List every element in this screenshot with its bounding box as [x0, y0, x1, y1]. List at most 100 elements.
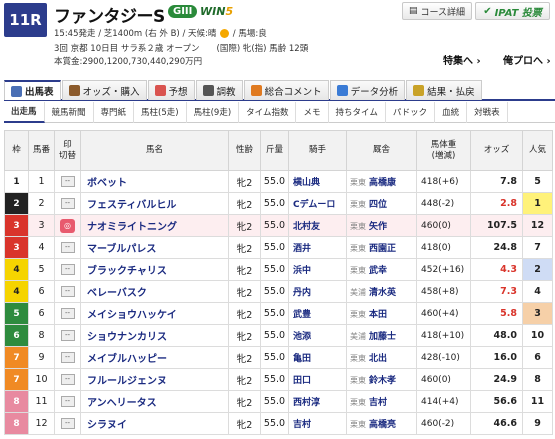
- mark-select[interactable]: --: [60, 286, 75, 297]
- mark-select[interactable]: --: [60, 418, 75, 429]
- subtab-0[interactable]: 出走馬: [4, 101, 45, 123]
- tab-1[interactable]: オッズ・購入: [61, 80, 147, 100]
- horse-name-link[interactable]: アンヘリータス: [80, 390, 229, 413]
- tokushu-link[interactable]: 特集へ ›: [443, 52, 481, 67]
- jockey-link[interactable]: 田口: [288, 368, 347, 391]
- mark-cell[interactable]: --: [54, 302, 81, 325]
- mark-select[interactable]: --: [60, 198, 75, 209]
- horse-name-link[interactable]: ブラックチャリス: [80, 258, 229, 281]
- mark-cell[interactable]: --: [54, 412, 81, 435]
- mark-cell[interactable]: ◎: [54, 214, 81, 237]
- sex-age-cell: 牝2: [228, 302, 261, 325]
- mark-select[interactable]: --: [60, 242, 75, 253]
- subtab-7[interactable]: 持ちタイム: [329, 101, 386, 123]
- tab-4[interactable]: 総合コメント: [243, 80, 329, 100]
- tab-0[interactable]: 出馬表: [4, 80, 61, 100]
- mark-cell[interactable]: --: [54, 258, 81, 281]
- mark-select[interactable]: --: [60, 264, 75, 275]
- odds-cell: 5.8: [470, 302, 523, 325]
- trainer-link[interactable]: 北出: [369, 354, 387, 364]
- trainer-cell: 栗東 高橋康: [346, 170, 417, 193]
- jockey-link[interactable]: 北村友: [288, 214, 347, 237]
- tab-5[interactable]: データ分析: [329, 80, 406, 100]
- subtab-8[interactable]: パドック: [386, 101, 436, 123]
- body-weight-cell: 460(0): [416, 368, 471, 391]
- subtab-4[interactable]: 馬柱(9走): [187, 101, 240, 123]
- subtab-2[interactable]: 専門紙: [94, 101, 135, 123]
- mark-select[interactable]: --: [60, 330, 75, 341]
- jockey-link[interactable]: 丹内: [288, 280, 347, 303]
- sex-age-cell: 牝2: [228, 192, 261, 215]
- mark-select[interactable]: --: [60, 396, 75, 407]
- mark-select[interactable]: --: [60, 352, 75, 363]
- horse-name-link[interactable]: フルールジェンヌ: [80, 368, 229, 391]
- trainer-cell: 栗東 鈴木孝: [346, 368, 417, 391]
- subtab-1[interactable]: 競馬新聞: [45, 101, 94, 123]
- horse-name-link[interactable]: ショウナンカリス: [80, 324, 229, 347]
- subtab-9[interactable]: 血統: [435, 101, 468, 123]
- course-detail-button[interactable]: ▤ コース詳細: [402, 2, 472, 20]
- trainer-link[interactable]: 加藤士: [369, 332, 396, 342]
- horse-name-link[interactable]: ボベット: [80, 170, 229, 193]
- mark-cell[interactable]: --: [54, 368, 81, 391]
- mark-select[interactable]: --: [60, 308, 75, 319]
- trainer-link[interactable]: 清水英: [369, 288, 396, 298]
- subtab-3[interactable]: 馬柱(5走): [134, 101, 187, 123]
- trainer-link[interactable]: 四位: [369, 200, 387, 210]
- trainer-link[interactable]: 高橋亮: [369, 420, 396, 430]
- col-popularity[interactable]: 人気: [522, 130, 553, 171]
- horse-name-link[interactable]: メイブルハッピー: [80, 346, 229, 369]
- ipat-label: IPAT 投票: [494, 7, 542, 19]
- jockey-link[interactable]: 武豊: [288, 302, 347, 325]
- jockey-link[interactable]: 吉村: [288, 412, 347, 435]
- jockey-link[interactable]: 浜中: [288, 258, 347, 281]
- umaban-cell: 4: [28, 236, 55, 259]
- subtab-10[interactable]: 対戦表: [467, 101, 508, 123]
- trainer-link[interactable]: 鈴木孝: [369, 376, 396, 386]
- jockey-link[interactable]: 西村淳: [288, 390, 347, 413]
- horse-name-link[interactable]: メイショウハッケイ: [80, 302, 229, 325]
- subtab-5[interactable]: タイム指数: [239, 101, 297, 123]
- popularity-cell: 4: [522, 280, 553, 303]
- trainer-link[interactable]: 本田: [369, 310, 387, 320]
- mark-select[interactable]: --: [60, 176, 75, 187]
- horse-name-link[interactable]: フェスティバルヒル: [80, 192, 229, 215]
- tab-6[interactable]: 結果・払戻: [406, 80, 482, 100]
- mark-select[interactable]: ◎: [60, 218, 75, 233]
- col-mark[interactable]: 印切替: [54, 130, 81, 171]
- mark-toggle[interactable]: 切替: [59, 151, 76, 161]
- trainer-link[interactable]: 西園正: [369, 244, 396, 254]
- mark-cell[interactable]: --: [54, 346, 81, 369]
- trainer-link[interactable]: 矢作: [369, 222, 387, 232]
- mark-cell[interactable]: --: [54, 236, 81, 259]
- horse-name-link[interactable]: マーブルパレス: [80, 236, 229, 259]
- ipat-vote-button[interactable]: ✔ IPAT 投票: [475, 2, 550, 20]
- jockey-link[interactable]: 池添: [288, 324, 347, 347]
- horse-name-link[interactable]: シラヌイ: [80, 412, 229, 435]
- trainer-area: 栗東: [350, 244, 366, 253]
- tab-3[interactable]: 調教: [195, 80, 243, 100]
- jockey-link[interactable]: 横山典: [288, 170, 347, 193]
- mark-cell[interactable]: --: [54, 280, 81, 303]
- jockey-link[interactable]: 酒井: [288, 236, 347, 259]
- trainer-link[interactable]: 武幸: [369, 266, 387, 276]
- mark-cell[interactable]: --: [54, 324, 81, 347]
- trainer-area: 栗東: [350, 310, 366, 319]
- yoso-link[interactable]: 俺プロへ ›: [503, 52, 551, 67]
- subtab-6[interactable]: メモ: [296, 101, 329, 123]
- horse-name-link[interactable]: ベレーバスク: [80, 280, 229, 303]
- col-odds[interactable]: オッズ: [470, 130, 523, 171]
- mark-cell[interactable]: --: [54, 390, 81, 413]
- mark-select[interactable]: --: [60, 374, 75, 385]
- jockey-link[interactable]: Cデムーロ: [288, 192, 347, 215]
- horse-name-link[interactable]: ナオミライトニング: [80, 214, 229, 237]
- trainer-link[interactable]: 吉村: [369, 398, 387, 408]
- mark-cell[interactable]: --: [54, 192, 81, 215]
- jockey-link[interactable]: 亀田: [288, 346, 347, 369]
- odds-cell: 56.6: [470, 390, 523, 413]
- mark-cell[interactable]: --: [54, 170, 81, 193]
- odds-cell: 24.9: [470, 368, 523, 391]
- col-jockey: 騎手: [288, 130, 347, 171]
- trainer-link[interactable]: 高橋康: [369, 178, 396, 188]
- tab-2[interactable]: 予想: [147, 80, 195, 100]
